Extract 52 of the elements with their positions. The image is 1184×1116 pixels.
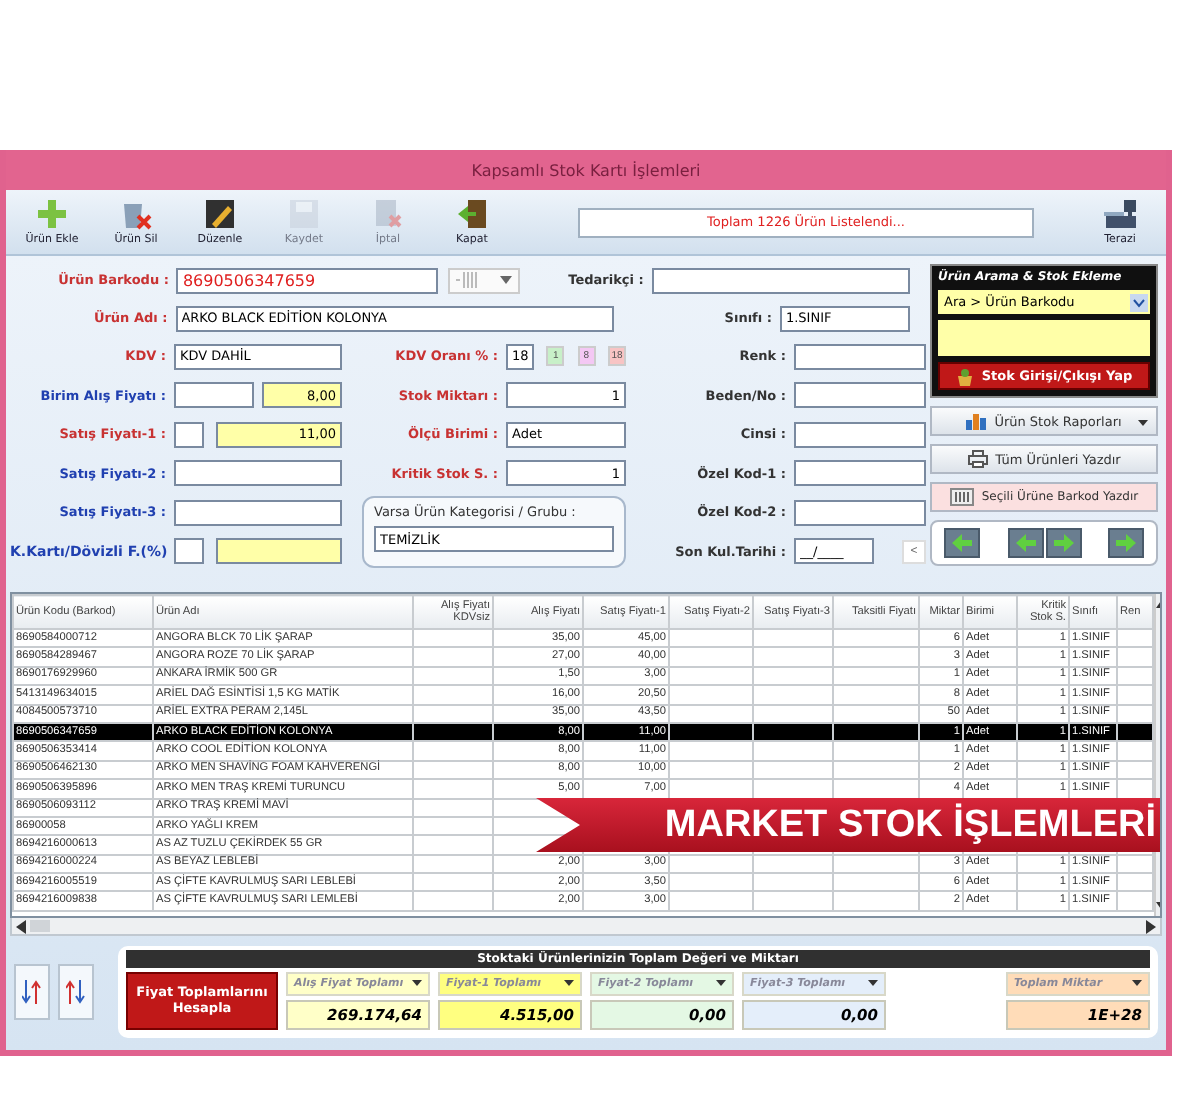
first-record-button[interactable] xyxy=(944,528,980,558)
size-field[interactable] xyxy=(794,382,926,409)
plus-icon xyxy=(36,198,68,230)
text-field[interactable] xyxy=(174,538,204,565)
right-arrow-icon xyxy=(1053,534,1073,552)
printer-icon xyxy=(967,450,988,468)
code-field[interactable] xyxy=(794,460,926,487)
text-field[interactable] xyxy=(174,382,254,409)
left-arrow-icon xyxy=(16,919,26,934)
window-title: Kapsamlı Stok Kartı İşlemleri xyxy=(6,150,1166,190)
type-field[interactable] xyxy=(794,421,926,448)
sort-icon xyxy=(22,979,42,1003)
code-field[interactable] xyxy=(794,499,926,526)
text-field[interactable] xyxy=(174,421,204,448)
left-arrow-icon xyxy=(952,534,972,552)
sort-ascending-button[interactable] xyxy=(14,963,50,1019)
caret-icon xyxy=(564,980,574,986)
last-record-button[interactable] xyxy=(1108,528,1144,558)
barcode-field[interactable]: 8690506347659 xyxy=(176,267,438,293)
previous-record-button[interactable] xyxy=(1007,528,1043,558)
sort-icon xyxy=(66,979,86,1003)
bar-chart-icon xyxy=(966,412,987,430)
caret-icon xyxy=(412,980,422,986)
barcode-icon xyxy=(949,488,974,506)
barcode-type-dropdown[interactable] xyxy=(447,267,521,293)
scrollbar-thumb[interactable] xyxy=(30,920,50,933)
search-field[interactable] xyxy=(938,320,1150,356)
rate-field[interactable] xyxy=(216,538,342,565)
floppy-icon xyxy=(288,198,320,230)
scale-icon xyxy=(1102,198,1138,230)
horizontal-scrollbar[interactable] xyxy=(10,918,1162,936)
title-banner: MARKET STOK İŞLEMLERİ xyxy=(536,798,1160,852)
caret-icon xyxy=(868,980,878,986)
right-arrow-icon xyxy=(1116,534,1136,552)
caret-icon xyxy=(499,276,512,284)
pencil-icon xyxy=(204,198,236,230)
cancel-icon xyxy=(372,198,404,230)
caret-icon xyxy=(1130,293,1148,311)
bag-icon xyxy=(955,367,974,385)
caret-icon xyxy=(1132,980,1142,986)
colour-field[interactable] xyxy=(794,343,926,370)
right-arrow-icon xyxy=(1146,919,1156,934)
exit-door-icon xyxy=(456,198,488,230)
sale-price-field[interactable] xyxy=(174,499,342,526)
left-arrow-icon xyxy=(1015,534,1035,552)
sort-descending-button[interactable] xyxy=(58,963,94,1019)
caret-icon xyxy=(1138,420,1148,426)
trash-icon xyxy=(120,198,152,230)
caret-icon xyxy=(716,980,726,986)
sale-price-field[interactable] xyxy=(174,460,342,487)
supplier-field[interactable] xyxy=(651,267,910,293)
next-record-button[interactable] xyxy=(1045,528,1081,558)
